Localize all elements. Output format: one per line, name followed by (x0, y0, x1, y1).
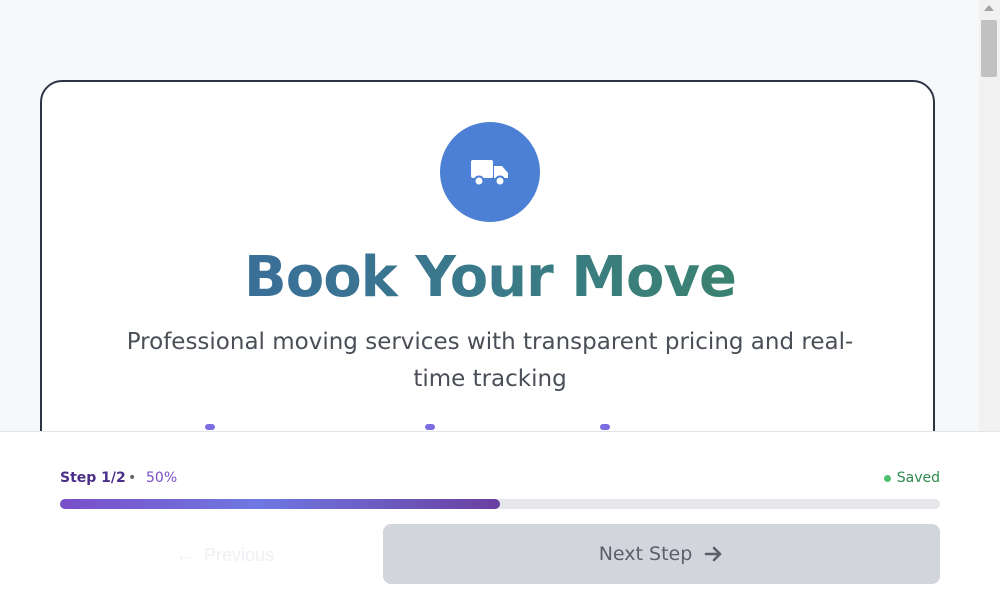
scroll-up-icon[interactable] (984, 5, 994, 11)
saved-label: Saved (896, 470, 940, 486)
previous-label: Previous (203, 544, 275, 565)
truck-icon (471, 160, 508, 187)
progress-bar (60, 499, 940, 509)
truck-icon-circle (440, 122, 540, 222)
next-step-button[interactable]: Next Step (383, 524, 940, 584)
arrow-right-icon (704, 546, 722, 562)
saved-status: Saved (883, 470, 940, 486)
scroll-thumb[interactable] (981, 20, 997, 77)
arrow-left-icon: ← (175, 544, 194, 565)
step-separator: • (128, 470, 137, 486)
page-subtitle: Professional moving services with transp… (126, 329, 854, 392)
progress-percent: 50% (146, 470, 178, 486)
saved-dot-icon (883, 474, 891, 482)
feature-peek (425, 424, 435, 430)
feature-peek (600, 424, 610, 430)
step-indicator: Step 1/2 (60, 470, 126, 486)
progress-fill (60, 499, 500, 509)
page-title: Book Your Move (0, 238, 980, 318)
next-step-label: Next Step (598, 543, 693, 565)
feature-peek (205, 424, 215, 430)
previous-button[interactable]: ← Previous (130, 536, 320, 574)
